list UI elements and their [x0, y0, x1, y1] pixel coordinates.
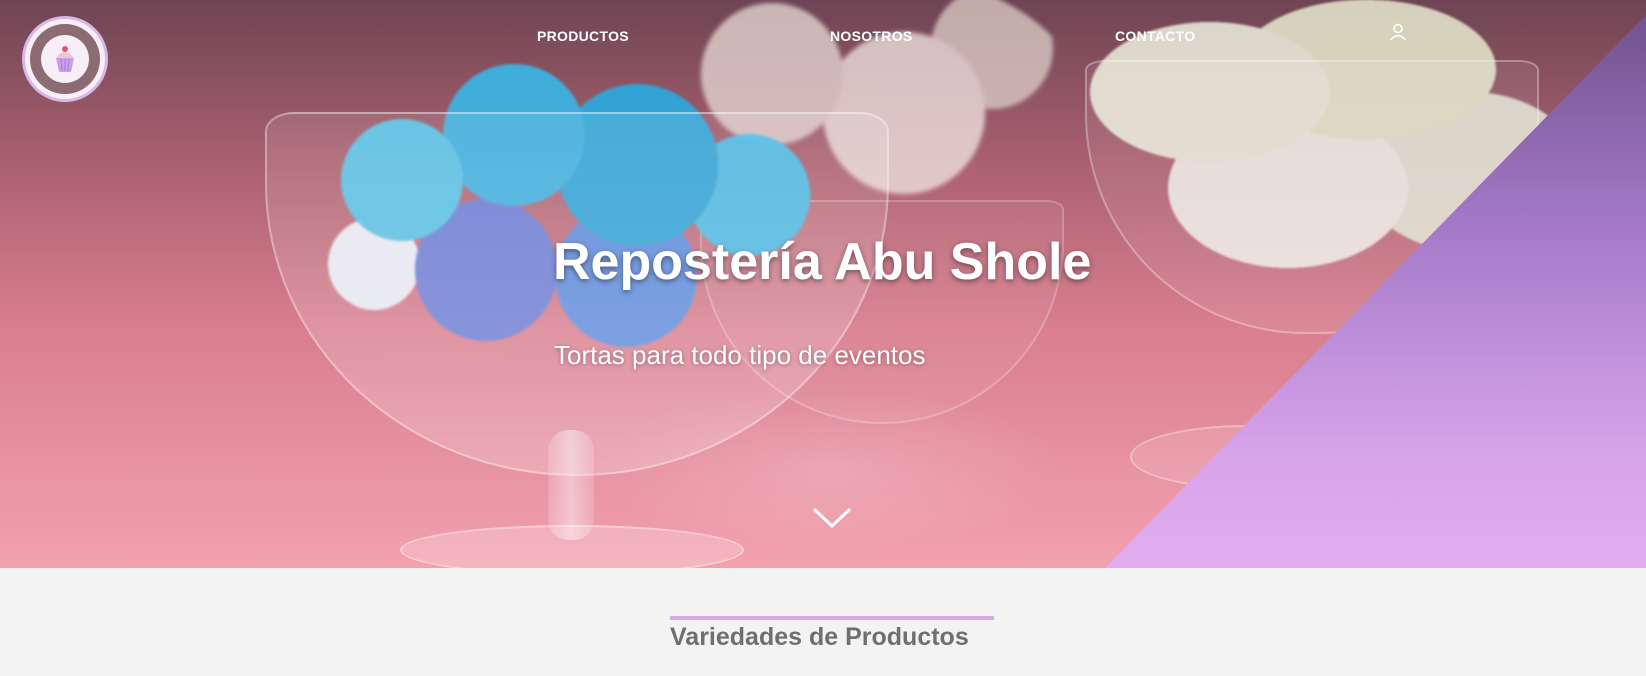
- blue-candies-image: [290, 60, 850, 360]
- abu-shole-logo[interactable]: [22, 16, 108, 102]
- hero-subtitle: Tortas para todo tipo de eventos: [554, 340, 926, 370]
- glass-stem-image: [548, 430, 594, 540]
- products-section-header: Variedades de Productos: [670, 616, 994, 652]
- nav-nosotros[interactable]: NOSOTROS: [830, 28, 913, 44]
- hero-banner: PRODUCTOS NOSOTROS CONTACTO Repostería A…: [0, 0, 1646, 568]
- logo-ring: [30, 24, 100, 94]
- nav-productos[interactable]: PRODUCTOS: [537, 28, 629, 44]
- section-accent-bar: [670, 616, 994, 620]
- nav-contacto[interactable]: CONTACTO: [1115, 28, 1195, 44]
- user-icon[interactable]: [1388, 22, 1408, 42]
- front-glass-bowl-image: [265, 112, 889, 476]
- section-title: Variedades de Productos: [670, 623, 969, 651]
- glass-foot-image: [400, 525, 744, 568]
- chevron-down-icon[interactable]: [812, 505, 852, 531]
- cupcake-icon: [41, 35, 89, 83]
- hero-title: Repostería Abu Shole: [553, 233, 1092, 291]
